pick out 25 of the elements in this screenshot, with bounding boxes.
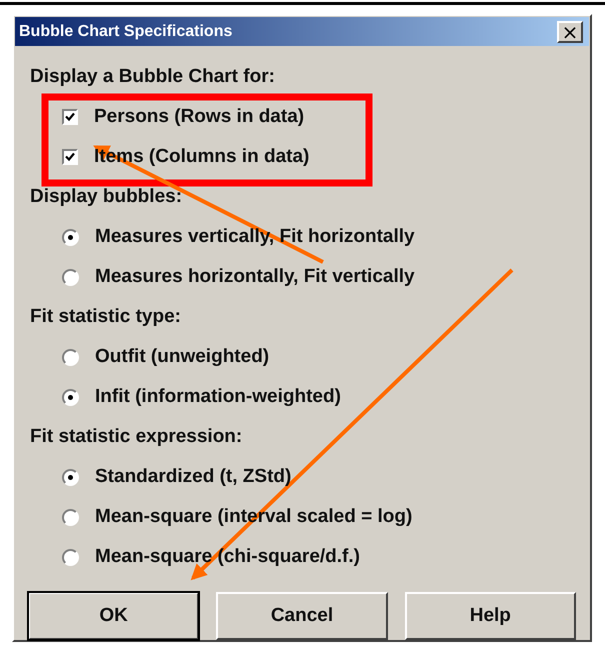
dialog-button[interactable]: OK: [28, 592, 200, 640]
dialog-button[interactable]: Help: [404, 592, 576, 640]
radio-button[interactable]: [62, 508, 79, 526]
window-title: Bubble Chart Specifications: [19, 22, 232, 40]
option-label[interactable]: Measures vertically, Fit horizontally: [95, 226, 415, 248]
radio-button[interactable]: [62, 348, 79, 366]
group-label: Fit statistic expression:: [30, 425, 244, 449]
radio-button[interactable]: [62, 468, 79, 486]
checkbox[interactable]: [62, 149, 78, 165]
checkbox[interactable]: [62, 109, 78, 125]
radio-button[interactable]: [62, 548, 79, 566]
option-label[interactable]: Outfit (unweighted): [95, 346, 270, 368]
option-label[interactable]: Persons (Rows in data): [94, 106, 304, 128]
radio-button[interactable]: [62, 268, 79, 286]
radio-button[interactable]: [62, 388, 79, 406]
option-label[interactable]: Measures horizontally, Fit vertically: [95, 266, 415, 288]
radio-button[interactable]: [62, 228, 79, 246]
option-label[interactable]: Infit (information-weighted): [95, 386, 341, 408]
option-label[interactable]: Mean-square (chi-square/d.f.): [95, 546, 360, 568]
group-label: Display a Bubble Chart for:: [30, 65, 276, 89]
group-label: Display bubbles:: [30, 185, 184, 209]
close-button[interactable]: ×: [557, 20, 583, 42]
group-label: Fit statistic type:: [30, 305, 182, 329]
dialog-button[interactable]: Cancel: [216, 592, 388, 640]
option-label[interactable]: Standardized (t, ZStd): [95, 466, 292, 488]
